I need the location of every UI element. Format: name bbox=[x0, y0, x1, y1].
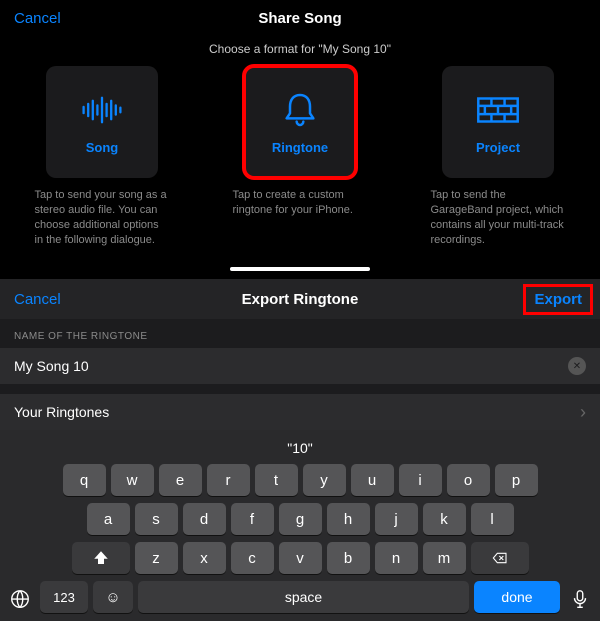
backspace-key[interactable] bbox=[471, 542, 529, 574]
ringtone-name-row[interactable]: ✕ bbox=[0, 348, 600, 384]
backspace-icon bbox=[490, 550, 510, 566]
chevron-right-icon: › bbox=[580, 402, 586, 423]
ringtone-name-input[interactable] bbox=[14, 358, 472, 374]
key-t[interactable]: t bbox=[255, 464, 298, 496]
keyboard[interactable]: "10" q w e r t y u i o p a s d f g h j k… bbox=[0, 430, 600, 621]
key-h[interactable]: h bbox=[327, 503, 370, 535]
emoji-key[interactable]: ☺ bbox=[93, 581, 133, 613]
done-key[interactable]: done bbox=[474, 581, 560, 613]
cancel-button-2[interactable]: Cancel bbox=[14, 291, 61, 308]
key-g[interactable]: g bbox=[279, 503, 322, 535]
key-c[interactable]: c bbox=[231, 542, 274, 574]
export-title: Export Ringtone bbox=[242, 291, 359, 308]
ringtone-label: Ringtone bbox=[272, 140, 328, 155]
home-indicator[interactable] bbox=[230, 267, 370, 271]
export-nav: Cancel Export Ringtone Export bbox=[0, 279, 600, 319]
key-w[interactable]: w bbox=[111, 464, 154, 496]
key-x[interactable]: x bbox=[183, 542, 226, 574]
key-j[interactable]: j bbox=[375, 503, 418, 535]
key-y[interactable]: y bbox=[303, 464, 346, 496]
option-project[interactable]: Project Tap to send the GarageBand proje… bbox=[423, 66, 573, 247]
key-r[interactable]: r bbox=[207, 464, 250, 496]
key-f[interactable]: f bbox=[231, 503, 274, 535]
key-u[interactable]: u bbox=[351, 464, 394, 496]
key-z[interactable]: z bbox=[135, 542, 178, 574]
space-key[interactable]: space bbox=[138, 581, 469, 613]
name-section-label: NAME OF THE RINGTONE bbox=[0, 319, 600, 348]
key-d[interactable]: d bbox=[183, 503, 226, 535]
export-ringtone-sheet: Cancel Export Ringtone Export NAME OF TH… bbox=[0, 279, 600, 621]
ringtone-desc: Tap to create a custom ringtone for your… bbox=[233, 188, 368, 218]
key-o[interactable]: o bbox=[447, 464, 490, 496]
key-l[interactable]: l bbox=[471, 503, 514, 535]
key-p[interactable]: p bbox=[495, 464, 538, 496]
export-button[interactable]: Export bbox=[526, 287, 590, 312]
shift-key[interactable] bbox=[72, 542, 130, 574]
share-song-sheet: Cancel Share Song Choose a format for "M… bbox=[0, 0, 600, 271]
cancel-button[interactable]: Cancel bbox=[14, 10, 61, 27]
key-s[interactable]: s bbox=[135, 503, 178, 535]
your-ringtones-label: Your Ringtones bbox=[14, 404, 109, 420]
key-m[interactable]: m bbox=[423, 542, 466, 574]
key-i[interactable]: i bbox=[399, 464, 442, 496]
song-desc: Tap to send your song as a stereo audio … bbox=[35, 188, 170, 247]
project-label: Project bbox=[476, 140, 520, 155]
key-row-3: z x c v b n m bbox=[4, 542, 596, 574]
ringtone-tile[interactable]: Ringtone bbox=[244, 66, 356, 178]
bricks-icon bbox=[475, 90, 521, 130]
key-n[interactable]: n bbox=[375, 542, 418, 574]
key-a[interactable]: a bbox=[87, 503, 130, 535]
share-subtitle: Choose a format for "My Song 10" bbox=[0, 42, 600, 56]
clear-icon[interactable]: ✕ bbox=[568, 357, 586, 375]
project-tile[interactable]: Project bbox=[442, 66, 554, 178]
numbers-key[interactable]: 123 bbox=[40, 581, 88, 613]
project-desc: Tap to send the GarageBand project, whic… bbox=[431, 188, 566, 247]
song-label: Song bbox=[86, 140, 119, 155]
key-q[interactable]: q bbox=[63, 464, 106, 496]
key-b[interactable]: b bbox=[327, 542, 370, 574]
emoji-icon: ☺ bbox=[105, 589, 120, 606]
keyboard-suggestion[interactable]: "10" bbox=[4, 434, 596, 464]
your-ringtones-row[interactable]: Your Ringtones › bbox=[0, 394, 600, 430]
key-e[interactable]: e bbox=[159, 464, 202, 496]
key-row-2: a s d f g h j k l bbox=[4, 503, 596, 535]
globe-icon bbox=[9, 588, 31, 610]
key-v[interactable]: v bbox=[279, 542, 322, 574]
shift-icon bbox=[92, 549, 110, 567]
bell-icon bbox=[277, 90, 323, 130]
share-nav: Cancel Share Song bbox=[0, 0, 600, 36]
song-tile[interactable]: Song bbox=[46, 66, 158, 178]
share-title: Share Song bbox=[258, 10, 341, 27]
option-ringtone[interactable]: Ringtone Tap to create a custom ringtone… bbox=[225, 66, 375, 247]
dictation-key[interactable] bbox=[566, 585, 594, 613]
key-row-1: q w e r t y u i o p bbox=[4, 464, 596, 496]
globe-key[interactable] bbox=[6, 585, 34, 613]
format-options: Song Tap to send your song as a stereo a… bbox=[0, 56, 600, 265]
option-song[interactable]: Song Tap to send your song as a stereo a… bbox=[27, 66, 177, 247]
waveform-icon bbox=[79, 90, 125, 130]
mic-icon bbox=[569, 588, 591, 610]
key-row-4: 123 ☺ space done bbox=[40, 581, 560, 613]
key-k[interactable]: k bbox=[423, 503, 466, 535]
